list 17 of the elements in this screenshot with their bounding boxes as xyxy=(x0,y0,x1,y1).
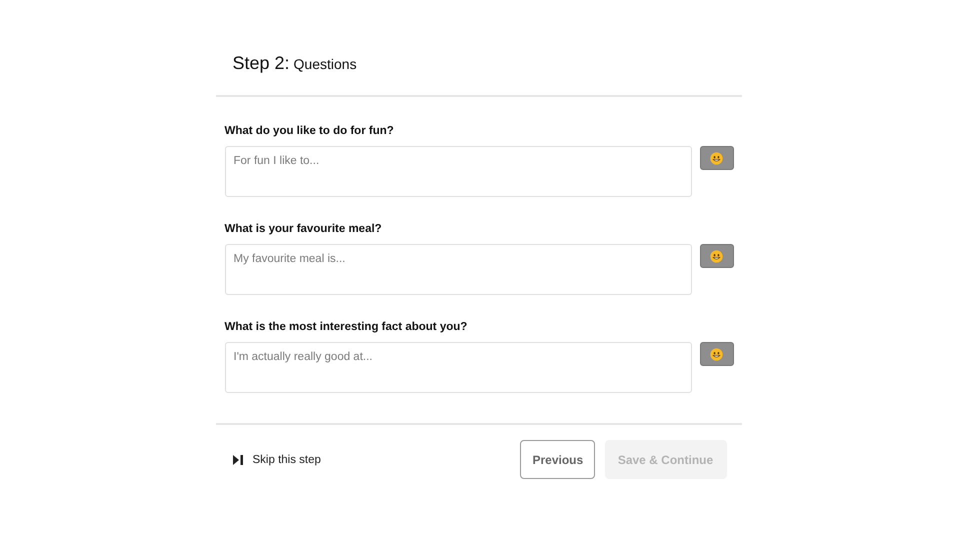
smiley-icon xyxy=(710,250,723,262)
step-title: Step 2: xyxy=(232,53,290,74)
smiley-icon xyxy=(710,152,723,164)
skip-link[interactable]: Skip this step xyxy=(232,454,321,466)
answer-field[interactable]: I'm actually really good at... xyxy=(224,342,692,393)
skip-icon xyxy=(232,454,244,464)
smiley-icon xyxy=(710,348,723,360)
answer-field[interactable]: My favourite meal is... xyxy=(224,244,692,295)
previous-button[interactable]: Previous xyxy=(520,440,594,479)
emoji-button[interactable] xyxy=(700,244,734,268)
page-title: Questions xyxy=(294,56,357,72)
question-label: What do you like to do for fun? xyxy=(224,125,395,137)
emoji-button[interactable] xyxy=(700,146,734,170)
question-label: What is your favourite meal? xyxy=(224,223,383,235)
question-label: What is the most interesting fact about you? xyxy=(224,321,468,333)
answer-field[interactable]: For fun I like to... xyxy=(224,146,692,197)
emoji-button[interactable] xyxy=(700,342,734,366)
